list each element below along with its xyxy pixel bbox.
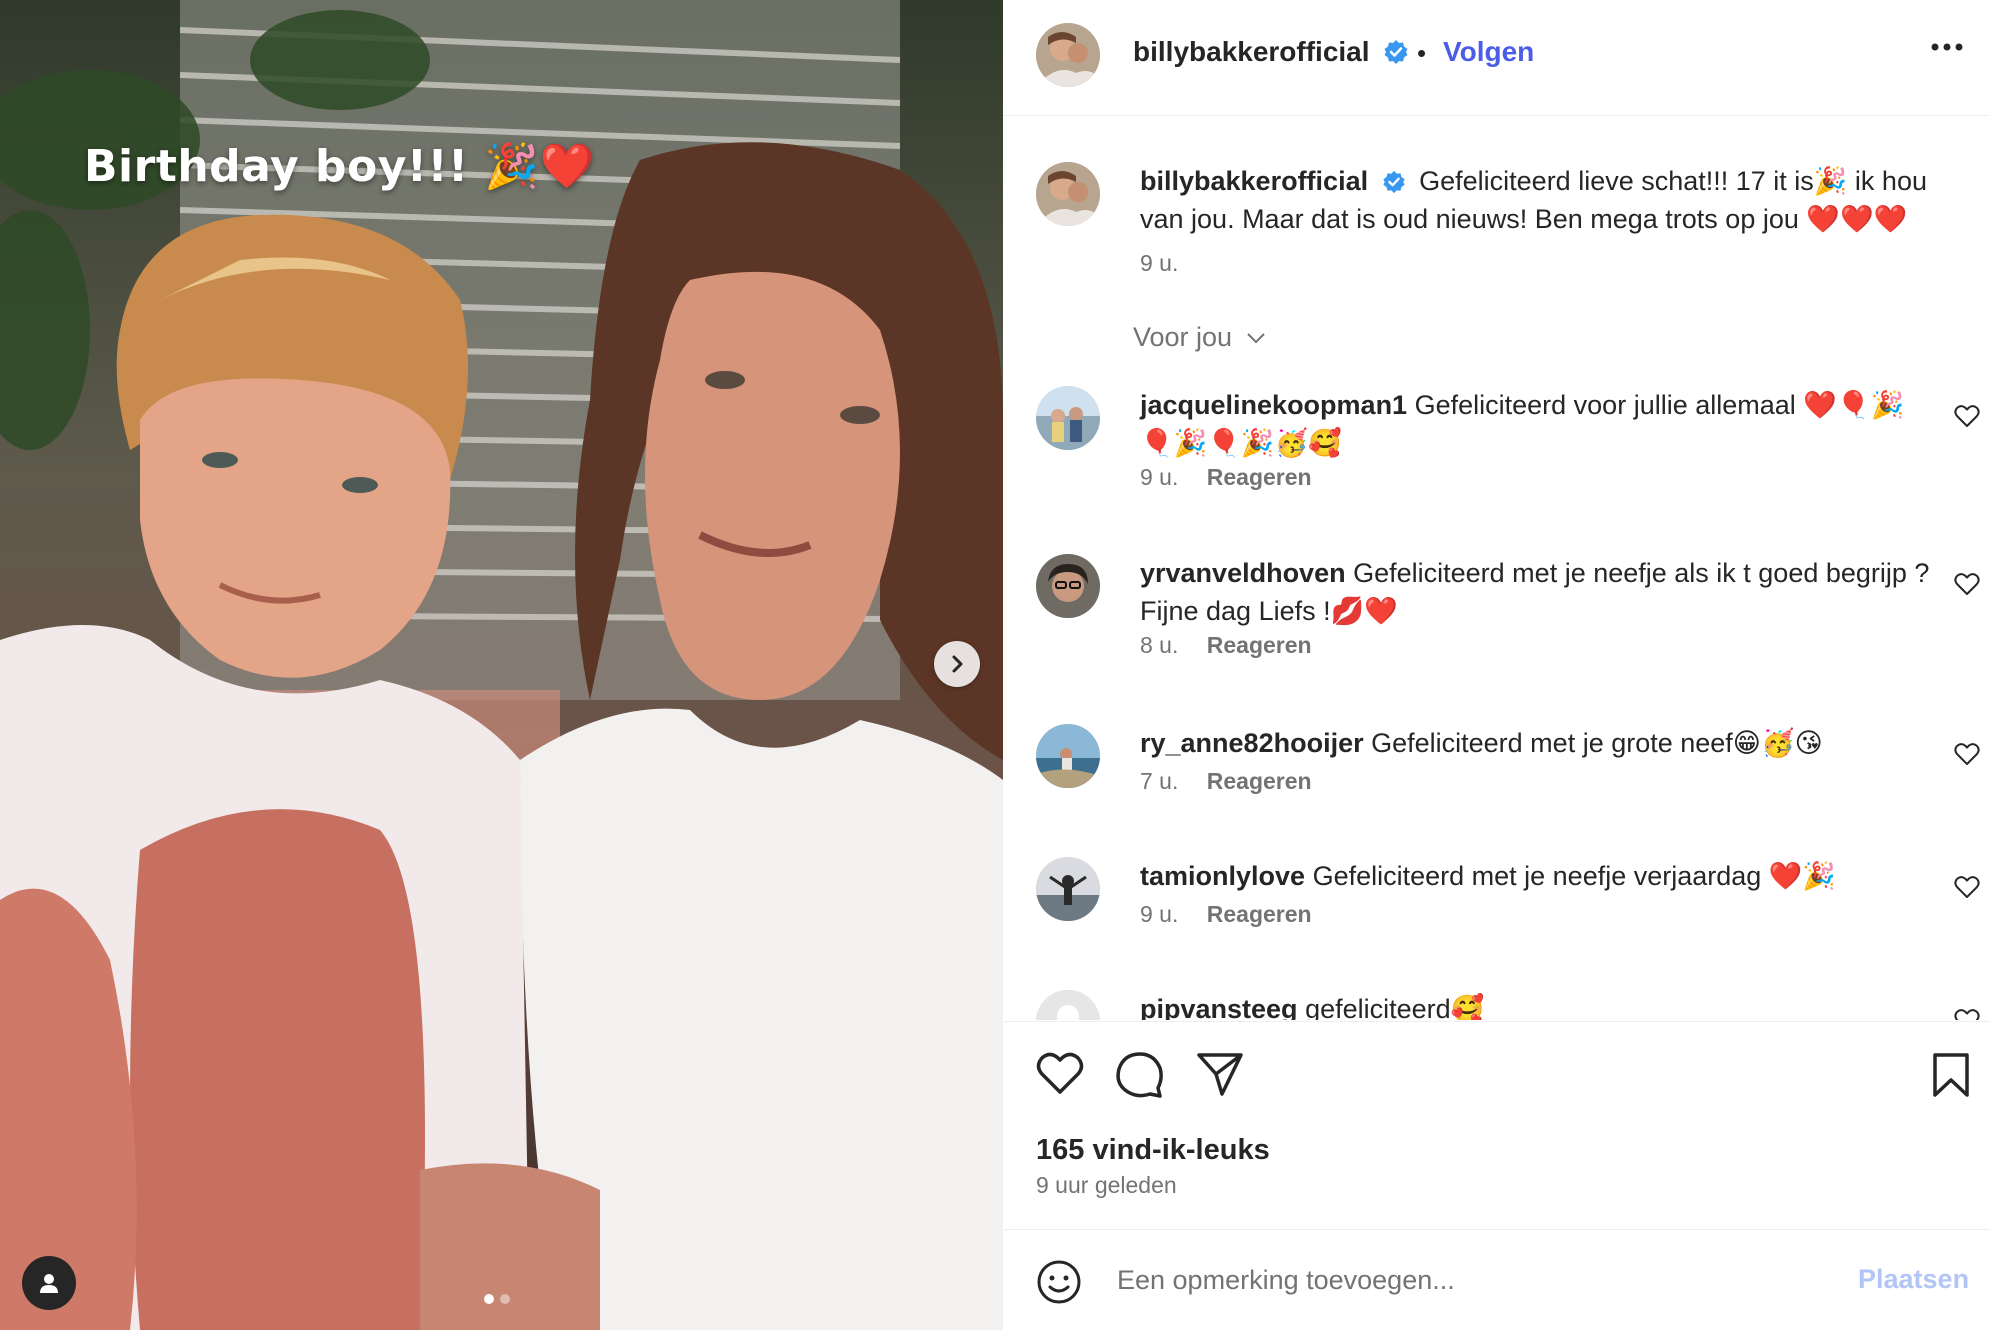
story-sticker-text: Birthday boy!!! 🎉❤️ [84,141,596,192]
follow-button[interactable]: Volgen [1443,36,1534,68]
add-comment-bar: Plaatsen [1003,1229,1990,1331]
post-header: billybakkerofficial • Volgen [1003,0,1990,116]
comment-body: Gefeliciteerd met je neefje verjaardag ❤… [1312,861,1837,891]
chevron-down-icon [1246,333,1265,344]
bookmark-icon[interactable] [1931,1052,1971,1098]
comment-text: yrvanveldhoven Gefeliciteerd met je neef… [1140,554,1930,630]
commenter-avatar[interactable] [1036,990,1100,1020]
commenter-avatar[interactable] [1036,724,1100,788]
post-media[interactable]: Birthday boy!!! 🎉❤️ [0,0,1003,1330]
comment-time: 9 u. [1140,901,1179,927]
verified-badge-icon [1384,40,1408,64]
caption-time: 9 u. [1140,250,1179,276]
comment-username[interactable]: pipvansteeg [1140,994,1298,1020]
post-actions: 165 vind-ik-leuks 9 uur geleden [1003,1021,1990,1230]
comment-like-heart-icon[interactable] [1954,875,1980,899]
carousel-dot-active [484,1294,494,1304]
verified-badge-icon [1382,170,1405,194]
comment-like-heart-icon[interactable] [1954,742,1980,766]
author-avatar[interactable] [1036,23,1100,87]
comment-like-heart-icon[interactable] [1954,1008,1980,1020]
reply-button[interactable]: Reageren [1207,464,1312,490]
post-side-panel: billybakkerofficial • Volgen billybakker… [1003,0,1990,1330]
carousel-dot [500,1294,510,1304]
comment-username[interactable]: jacquelinekoopman1 [1140,390,1407,420]
caption-author-avatar[interactable] [1036,162,1100,226]
instagram-post-view: Birthday boy!!! 🎉❤️ billybakkerofficial [0,0,1990,1330]
comment-bubble-icon[interactable] [1116,1052,1164,1098]
comment-username[interactable]: yrvanveldhoven [1140,558,1346,588]
person-icon [40,1274,58,1293]
caption-meta: 9 u. [1140,250,1178,277]
like-count[interactable]: 165 vind-ik-leuks [1036,1134,1270,1167]
reply-button[interactable]: Reageren [1207,901,1312,927]
comment-filter-label: Voor jou [1133,322,1233,352]
comment-meta: 8 u. Reageren [1140,632,1312,659]
tagged-users-button[interactable] [22,1256,76,1310]
caption-text: billybakkerofficial Gefeliciteerd lieve … [1140,162,1960,238]
comment-text: tamionlylove Gefeliciteerd met je neefje… [1140,857,1930,895]
author-username-text[interactable]: billybakkerofficial [1133,36,1370,67]
comment-time: 7 u. [1140,768,1179,794]
comment-body: Gefeliciteerd met je grote neef😁🥳😘 [1371,728,1823,758]
comments-list[interactable]: billybakkerofficial Gefeliciteerd lieve … [1003,116,1990,1020]
comment-body: gefeliciteerd🥰 [1305,994,1485,1020]
carousel-indicator [484,1294,510,1304]
author-username[interactable]: billybakkerofficial [1133,36,1409,68]
commenter-avatar[interactable] [1036,386,1100,450]
post-timestamp[interactable]: 9 uur geleden [1036,1172,1177,1199]
header-separator: • [1417,38,1427,68]
comment-username[interactable]: ry_anne82hooijer [1140,728,1364,758]
comment-time: 9 u. [1140,464,1179,490]
smiley-icon[interactable] [1036,1259,1082,1305]
post-comment-button[interactable]: Plaatsen [1858,1264,1969,1295]
comment-like-heart-icon[interactable] [1954,404,1980,428]
comment-input[interactable] [1115,1254,1739,1306]
comment-username[interactable]: tamionlylove [1140,861,1305,891]
reply-button[interactable]: Reageren [1207,632,1312,658]
reply-button[interactable]: Reageren [1207,768,1312,794]
post-photo [0,0,1003,1330]
comment-meta: 7 u. Reageren [1140,768,1312,795]
comment-filter-dropdown[interactable]: Voor jou [1133,322,1266,353]
comment-time: 8 u. [1140,632,1179,658]
comment-meta: 9 u. Reageren [1140,464,1312,491]
comment-text: pipvansteeg gefeliciteerd🥰 [1140,990,1930,1020]
commenter-avatar[interactable] [1036,554,1100,618]
heart-icon[interactable] [1036,1052,1084,1096]
paper-plane-icon[interactable] [1196,1052,1244,1096]
comment-meta: 9 u. Reageren [1140,901,1312,928]
caption-username[interactable]: billybakkerofficial [1140,166,1368,196]
comment-like-heart-icon[interactable] [1954,572,1980,596]
comment-text: ry_anne82hooijer Gefeliciteerd met je gr… [1140,724,1930,762]
chevron-right-icon [952,655,963,673]
more-horizontal-icon[interactable] [1931,42,1963,52]
commenter-avatar[interactable] [1036,857,1100,921]
comment-text: jacquelinekoopman1 Gefeliciteerd voor ju… [1140,386,1930,462]
carousel-next-button[interactable] [934,641,980,687]
